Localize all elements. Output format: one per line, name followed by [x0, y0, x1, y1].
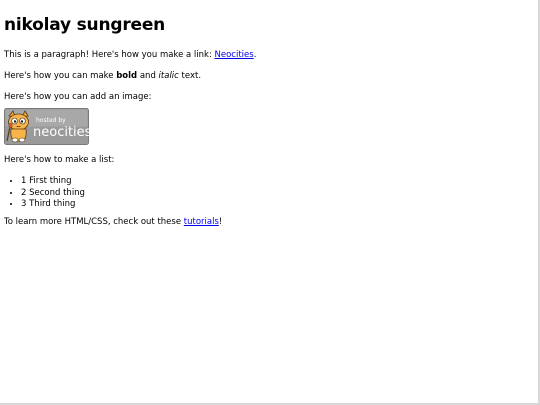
badge-neocities-text: neocities: [33, 125, 89, 140]
list-item: 2 Second thing: [21, 188, 534, 200]
page-title: nikolay sungreen: [4, 15, 166, 35]
link-paragraph-prefix: This is a paragraph! Here's how you make…: [4, 50, 215, 60]
format-paragraph: Here's how you can make bold and italic …: [4, 71, 534, 82]
italic-text: italic: [158, 71, 179, 81]
list-item: 3 Third thing: [21, 199, 534, 211]
learn-paragraph-prefix: To learn more HTML/CSS, check out these: [4, 216, 184, 227]
format-paragraph-middle: and: [137, 71, 159, 81]
format-paragraph-suffix: text.: [178, 71, 202, 81]
list-item: 1 First thing: [21, 176, 534, 188]
learn-paragraph: To learn more HTML/CSS, check out these …: [4, 217, 534, 228]
image-paragraph: Here's how you can add an image:: [4, 92, 152, 102]
item-list: 1 First thing 2 Second thing 3 Third thi…: [4, 176, 534, 211]
list-intro: Here's how to make a list:: [4, 155, 115, 165]
badge-hosted-by-text: hosted by: [36, 117, 66, 124]
bold-text: bold: [116, 71, 138, 81]
page-content: nikolay sungreen This is a paragraph! He…: [0, 0, 538, 228]
neocities-link[interactable]: Neocities: [215, 50, 254, 60]
tutorials-link[interactable]: tutorials: [184, 217, 219, 227]
link-paragraph: This is a paragraph! Here's how you make…: [4, 50, 534, 61]
learn-paragraph-suffix: !: [218, 216, 223, 227]
format-paragraph-prefix: Here's how you can make: [4, 71, 117, 81]
link-paragraph-suffix: .: [253, 50, 257, 60]
hosted-by-neocities-badge[interactable]: hosted by neocities: [4, 108, 89, 145]
